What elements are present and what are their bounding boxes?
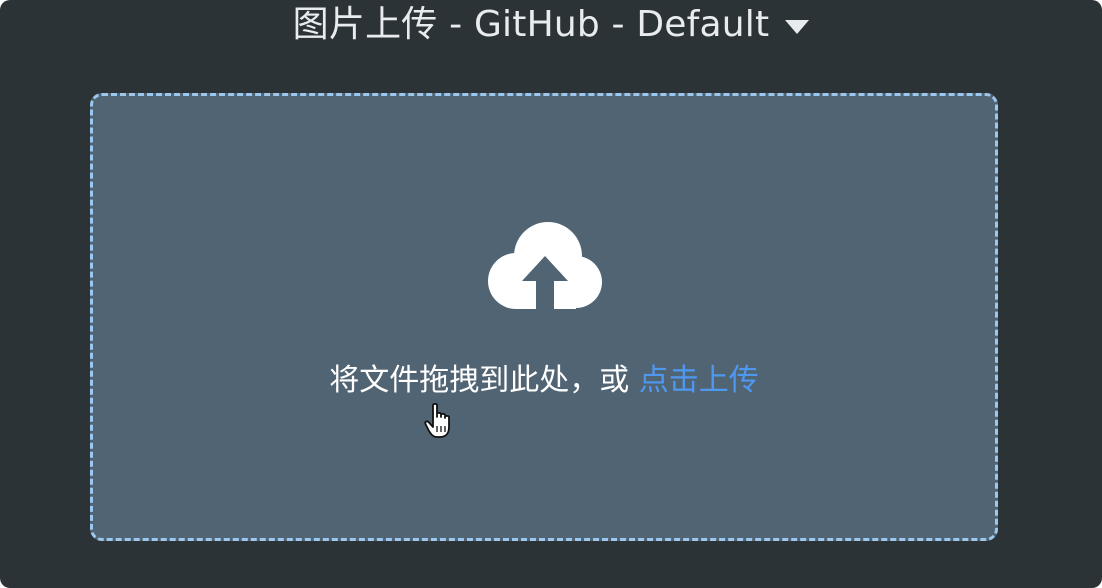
upload-prompt: 将文件拖拽到此处，或 点击上传: [93, 361, 995, 401]
drop-zone[interactable]: 将文件拖拽到此处，或 点击上传: [90, 93, 998, 541]
upload-dialog: 图片上传 - GitHub - Default 将文件拖拽到此处，或 点击上传: [0, 0, 1102, 588]
picbed-selector[interactable]: 图片上传 - GitHub - Default: [0, 0, 1102, 50]
hand-pointer-icon: [424, 402, 458, 440]
click-upload-link[interactable]: 点击上传: [639, 363, 759, 398]
dialog-title: 图片上传 - GitHub - Default: [292, 4, 770, 45]
triangle-down-icon[interactable]: [785, 20, 810, 34]
cloud-upload-icon: [486, 220, 604, 312]
drag-drop-hint: 将文件拖拽到此处，或: [329, 363, 630, 398]
